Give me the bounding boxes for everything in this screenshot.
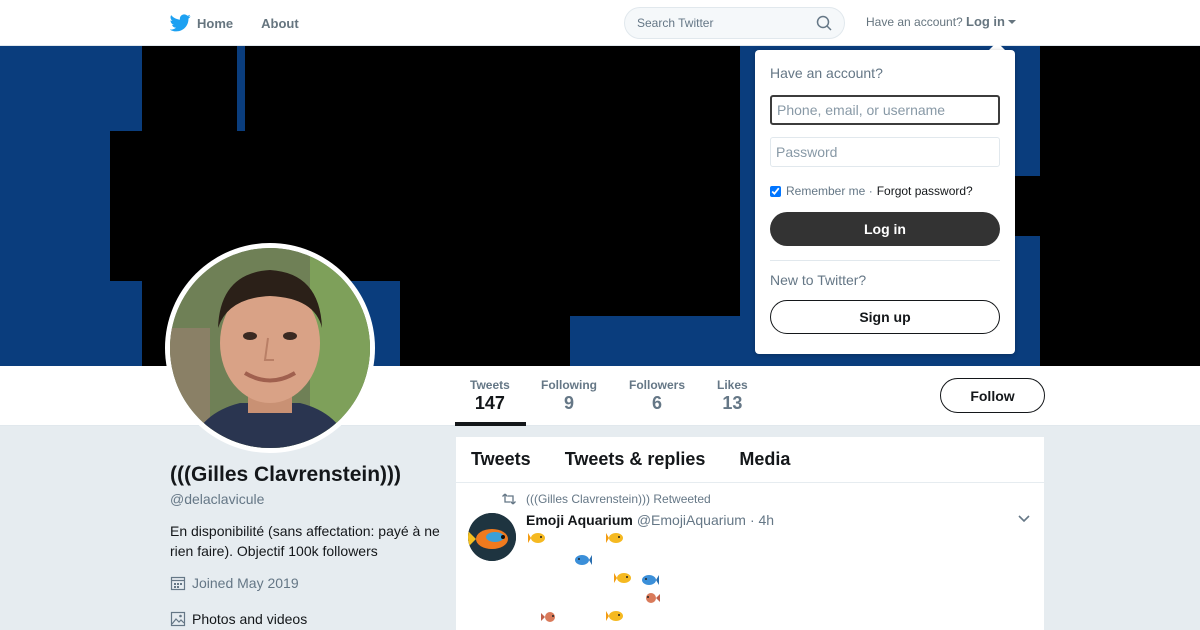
tweet-author-handle[interactable]: @EmojiAquarium [637, 512, 746, 528]
tab-tweets[interactable]: Tweets [471, 449, 531, 470]
photos-label: Photos and videos [192, 611, 308, 627]
tweet-timestamp[interactable]: · 4h [750, 512, 774, 528]
tweet-author-avatar[interactable] [468, 513, 516, 561]
forgot-password-link[interactable]: Forgot password? [877, 184, 973, 198]
tropical-fish-icon [606, 533, 623, 543]
remember-me-checkbox[interactable] [770, 185, 781, 197]
image-icon [170, 611, 186, 627]
stat-value: 9 [563, 393, 574, 413]
home-label: Home [197, 15, 234, 31]
joined-text: Joined May 2019 [192, 575, 299, 591]
username-field[interactable] [770, 95, 1000, 125]
caret-down-icon [1008, 19, 1016, 24]
stat-followers[interactable]: Followers 6 [629, 378, 685, 414]
stat-value: 6 [652, 393, 663, 413]
login-button[interactable]: Log in [770, 212, 1000, 246]
nav-home[interactable]: Home [170, 14, 233, 32]
nav-left: Home About [170, 0, 327, 46]
search-icon[interactable] [816, 15, 832, 31]
stat-following[interactable]: Following 9 [541, 378, 597, 414]
stat-value: 13 [722, 393, 743, 413]
twitter-bird-icon [170, 14, 191, 32]
avatar-photo [170, 248, 370, 448]
profile-bio: En disponibilité (sans affectation: payé… [170, 523, 440, 559]
tab-tweets-and-replies[interactable]: Tweets & replies [565, 449, 706, 470]
search-input[interactable]: Search Twitter [624, 7, 845, 39]
banner-shape [560, 46, 740, 316]
profile-handle[interactable]: @delaclavicule [170, 491, 264, 507]
login-label: Log in [966, 14, 1005, 29]
login-dropdown: Have an account? Remember me · Forgot pa… [755, 50, 1015, 354]
stat-tweets[interactable]: Tweets 147 [470, 378, 510, 414]
tab-media[interactable]: Media [739, 449, 790, 470]
dropdown-title: Have an account? [770, 65, 883, 81]
timeline-tabs: Tweets Tweets & replies Media [456, 437, 1044, 483]
blowfish-icon [541, 612, 555, 622]
retweet-context-text: (((Gilles Clavrenstein))) Retweeted [526, 492, 711, 506]
nav-about[interactable]: About [261, 16, 299, 31]
calendar-icon [170, 576, 186, 591]
blowfish-icon [646, 593, 660, 603]
banner-shape [1015, 176, 1200, 236]
profile-avatar[interactable] [165, 243, 375, 453]
avatar-portrait-image [170, 248, 370, 448]
profile-name[interactable]: (((Gilles Clavrenstein))) [170, 463, 401, 487]
about-label: About [261, 15, 299, 31]
chevron-down-icon[interactable] [1018, 515, 1030, 523]
timeline: Tweets Tweets & replies Media (((Gilles … [456, 437, 1044, 630]
joined-date: Joined May 2019 [170, 575, 299, 591]
divider [770, 260, 1000, 261]
remember-me-row: Remember me · Forgot password? [770, 184, 973, 198]
have-account-text: Have an account? [866, 15, 963, 29]
new-to-twitter-text: New to Twitter? [770, 272, 867, 288]
blue-fish-icon [575, 555, 592, 565]
stat-likes[interactable]: Likes 13 [717, 378, 748, 414]
retweet-icon [502, 493, 516, 505]
remember-me-label[interactable]: Remember me · [786, 184, 873, 198]
fish-avatar-image [468, 513, 516, 561]
active-tab-underline [455, 422, 526, 426]
stat-label: Followers [629, 378, 686, 392]
tropical-fish-icon [606, 611, 623, 621]
search-placeholder: Search Twitter [637, 16, 714, 30]
signup-button[interactable]: Sign up [770, 300, 1000, 334]
stat-label: Following [541, 378, 597, 392]
tweet-header: Emoji Aquarium @EmojiAquarium · 4h [526, 512, 774, 528]
blue-fish-icon [642, 575, 659, 585]
password-field[interactable] [770, 137, 1000, 167]
top-navigation: Home About Search Twitter Have an accoun… [0, 0, 1200, 46]
tropical-fish-icon [528, 533, 545, 543]
tropical-fish-icon [614, 573, 631, 583]
photos-and-videos-link[interactable]: Photos and videos [170, 611, 307, 627]
banner-shape [400, 46, 570, 366]
stat-value: 147 [474, 393, 505, 413]
follow-button[interactable]: Follow [940, 378, 1045, 413]
tweet-author-name[interactable]: Emoji Aquarium [526, 512, 633, 528]
login-menu-link[interactable]: Log in [966, 14, 1016, 29]
retweet-context[interactable]: (((Gilles Clavrenstein))) Retweeted [502, 492, 711, 506]
stat-label: Tweets [470, 378, 510, 392]
stat-label: Likes [717, 378, 748, 392]
